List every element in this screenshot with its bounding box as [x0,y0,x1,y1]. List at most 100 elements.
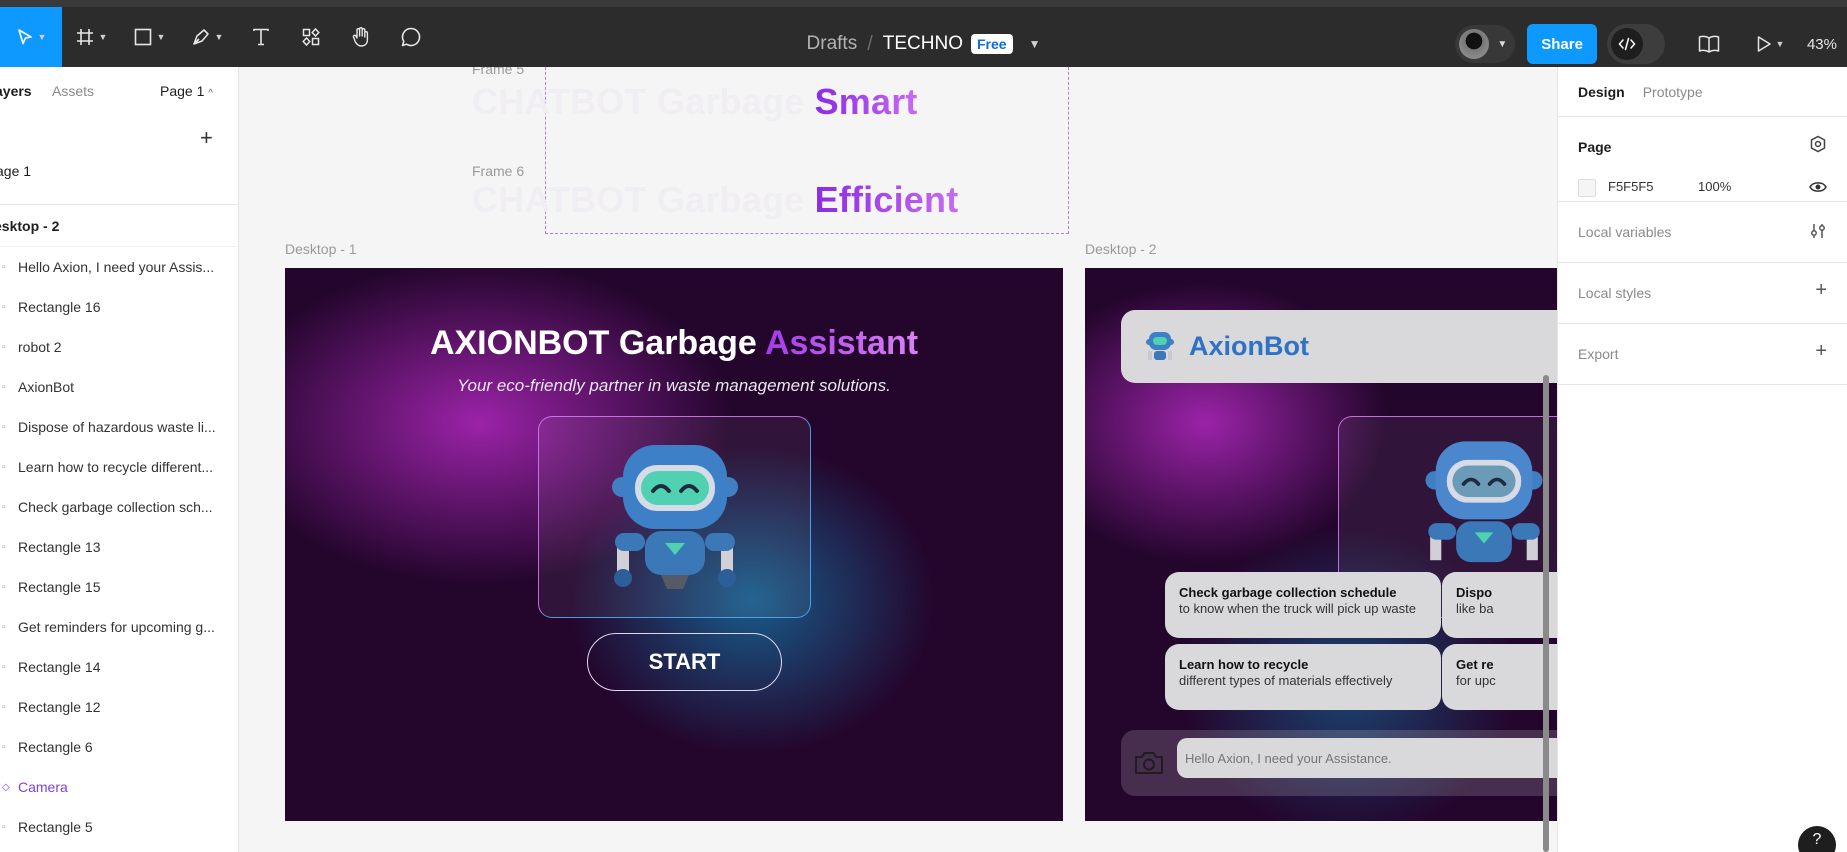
page-selector[interactable]: Page 1 ^ [160,83,213,99]
start-button[interactable]: START [587,633,782,691]
frame6-highlight: Efficient [814,179,959,220]
local-styles-title: Local styles [1578,285,1652,301]
share-button[interactable]: Share [1527,24,1597,64]
layer-type-icon: ▫ [2,261,6,273]
layer-type-icon: ▫ [2,421,6,433]
pen-tool-button[interactable]: ▼ [178,7,236,67]
frame5-text: CHATBOT Garbage [472,81,815,122]
layer-type-icon: ▫ [2,541,6,553]
layer-row[interactable]: ▫ AxionBot [0,367,238,407]
layer-label: Rectangle 5 [18,819,93,835]
desktop1-label[interactable]: Desktop - 1 [285,241,357,257]
layer-row[interactable]: ▫ Rectangle 16 [0,287,238,327]
layer-row[interactable]: ▫ Hello Axion, I need your Assis... [0,247,238,287]
tab-design[interactable]: Design [1578,84,1625,100]
library-button[interactable] [1689,14,1729,74]
layer-label: Camera [18,779,68,795]
layer-row[interactable]: ◇ Camera [0,767,238,807]
layer-row[interactable]: ▫ Dispose of hazardous waste li... [0,407,238,447]
camera-icon[interactable] [1133,748,1165,778]
comment-tool-button[interactable] [386,7,436,67]
layer-label: Rectangle 12 [18,699,101,715]
pages-list: age 1 [0,163,238,205]
zoom-level[interactable]: 43% [1807,36,1837,53]
tab-layers[interactable]: ayers [0,83,32,99]
breadcrumb-drafts[interactable]: Drafts [807,33,858,55]
layer-type-icon: ▫ [2,741,6,753]
frame5-label[interactable]: Frame 5 [472,67,524,77]
desktop2-frame[interactable]: AxionBot Check garbage collection schedu… [1085,268,1557,821]
suggestion-subtitle: different types of materials effectively [1179,673,1393,688]
suggestion-card[interactable]: Check garbage collection schedule to kno… [1165,572,1441,638]
layer-list: ▫ Hello Axion, I need your Assis... ▫ Recta… [0,247,238,847]
hand-tool-button[interactable] [336,7,386,67]
layer-row[interactable]: ▫ Get reminders for upcoming g... [0,607,238,647]
book-icon [1698,35,1720,53]
page-section: Page F5F5F5 100% [1558,117,1847,202]
local-variables-title: Local variables [1578,224,1672,240]
pen-icon [192,29,209,45]
layer-type-icon: ▫ [2,301,6,313]
file-name[interactable]: TECHNO [883,33,963,55]
layer-row[interactable]: ▫ Rectangle 12 [0,687,238,727]
play-icon [1757,36,1771,52]
page-settings-icon[interactable] [1809,135,1827,159]
suggestion-card[interactable]: Dispo like ba [1442,572,1557,638]
component-icon: ◇ [2,781,10,793]
chevron-down-icon: ▼ [98,32,108,42]
eye-icon[interactable] [1809,177,1827,200]
add-page-icon[interactable]: + [200,125,213,151]
file-menu-chevron-icon[interactable]: ▼ [1029,37,1041,51]
shape-tool-button[interactable]: ▼ [120,7,178,67]
local-styles-section[interactable]: Local styles + [1558,263,1847,324]
layer-row[interactable]: ▫ Rectangle 15 [0,567,238,607]
layer-label: Rectangle 14 [18,659,101,675]
hero-title-highlight: Assistant [764,324,919,362]
layer-root-frame[interactable]: esktop - 2 [0,205,238,247]
present-button[interactable]: ▼ [1743,14,1797,74]
dev-mode-toggle[interactable] [1606,24,1665,64]
move-tool-button[interactable]: ▼ [0,7,62,67]
suggestion-card[interactable]: Get re for upc [1442,644,1557,710]
layer-row[interactable]: ▫ robot 2 [0,327,238,367]
components-tool-button[interactable] [286,7,336,67]
code-icon [1610,28,1643,60]
tab-assets[interactable]: Assets [52,83,94,99]
layer-row[interactable]: ▫ Rectangle 13 [0,527,238,567]
suggestion-card[interactable]: Learn how to recycle different types of … [1165,644,1441,710]
suggestion-subtitle: to know when the truck will pick up wast… [1179,601,1416,616]
multiplayer-avatar-button[interactable]: ▼ [1455,25,1516,63]
layers-panel: ayers Assets Page 1 ^ + age 1 esktop - 2… [0,67,239,852]
export-section[interactable]: Export + [1558,324,1847,385]
page-color-value[interactable]: F5F5F5 [1608,179,1654,194]
canvas[interactable]: Frame 5 CHATBOT Garbage Smart Frame 6 CH… [240,67,1557,852]
variables-icon[interactable] [1809,222,1827,246]
layer-row[interactable]: ▫ Learn how to recycle different... [0,447,238,487]
chat-input[interactable] [1177,738,1557,778]
breadcrumb-separator: / [867,32,873,55]
layer-row[interactable]: ▫ Rectangle 6 [0,727,238,767]
layer-row[interactable]: ▫ Check garbage collection sch... [0,487,238,527]
page-opacity-value[interactable]: 100% [1698,179,1731,194]
add-style-icon[interactable]: + [1815,279,1827,302]
chat-header: AxionBot [1121,310,1557,383]
canvas-scrollbar[interactable] [1543,375,1549,852]
local-variables-section[interactable]: Local variables [1558,202,1847,263]
page-item[interactable]: age 1 [0,163,31,179]
layer-label: Rectangle 15 [18,579,101,595]
desktop1-frame[interactable]: AXIONBOT Garbage Assistant Your eco-frie… [285,268,1063,821]
layer-row[interactable]: ▫ Rectangle 5 [0,807,238,847]
right-panel-tabs: Design Prototype [1558,67,1847,117]
desktop2-label[interactable]: Desktop - 2 [1085,241,1157,257]
page-color-swatch[interactable] [1578,179,1596,197]
frame-tool-button[interactable]: ▼ [62,7,120,67]
suggestion-title: Learn how to recycle [1179,657,1309,672]
layer-label: Check garbage collection sch... [18,499,213,515]
text-tool-button[interactable] [236,7,286,67]
frame6-heading: CHATBOT Garbage Efficient [472,179,958,221]
layer-row[interactable]: ▫ Rectangle 14 [0,647,238,687]
hero-subtitle: Your eco-friendly partner in waste manag… [457,376,891,395]
tab-prototype[interactable]: Prototype [1643,84,1703,100]
frame6-label[interactable]: Frame 6 [472,163,524,179]
add-export-icon[interactable]: + [1815,340,1827,363]
